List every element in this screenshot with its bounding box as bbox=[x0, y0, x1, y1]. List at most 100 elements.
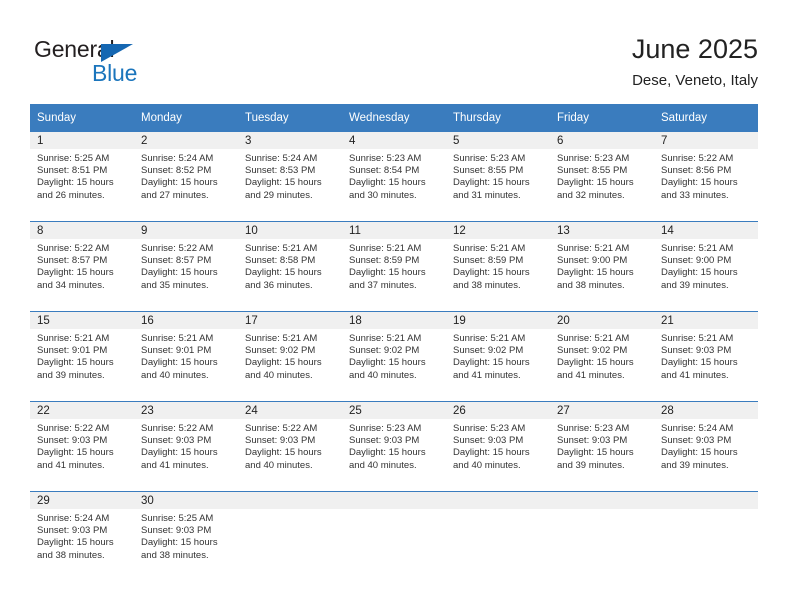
daylight-text-line1: Daylight: 15 hours bbox=[661, 447, 738, 459]
day-cell[interactable]: 10 Sunrise: 5:21 AM Sunset: 8:58 PM Dayl… bbox=[238, 221, 342, 312]
day-cell[interactable]: 5 Sunrise: 5:23 AM Sunset: 8:55 PM Dayli… bbox=[446, 132, 550, 222]
sunrise-text: Sunrise: 5:24 AM bbox=[37, 513, 110, 524]
sunset-text: Sunset: 9:02 PM bbox=[557, 345, 628, 357]
daylight-text-line2: and 38 minutes. bbox=[557, 279, 625, 291]
day-cell[interactable]: 23 Sunrise: 5:22 AM Sunset: 9:03 PM Dayl… bbox=[134, 401, 238, 492]
location-subtitle: Dese, Veneto, Italy bbox=[632, 72, 758, 89]
general-blue-logo[interactable]: General Blue bbox=[34, 36, 174, 88]
day-cell[interactable]: 6 Sunrise: 5:23 AM Sunset: 8:55 PM Dayli… bbox=[550, 132, 654, 222]
page-header: General Blue June 2025 Dese, Veneto, Ita… bbox=[0, 0, 792, 100]
day-cell[interactable]: 9 Sunrise: 5:22 AM Sunset: 8:57 PM Dayli… bbox=[134, 221, 238, 312]
day-details: Sunrise: 5:21 AM Sunset: 9:02 PM Dayligh… bbox=[550, 329, 654, 382]
day-details: Sunrise: 5:24 AM Sunset: 8:53 PM Dayligh… bbox=[238, 149, 342, 202]
day-number: 7 bbox=[654, 132, 758, 149]
day-cell[interactable]: 22 Sunrise: 5:22 AM Sunset: 9:03 PM Dayl… bbox=[30, 401, 134, 492]
day-cell[interactable]: 7 Sunrise: 5:22 AM Sunset: 8:56 PM Dayli… bbox=[654, 132, 758, 222]
day-cell-empty bbox=[654, 491, 758, 581]
daylight-text-line2: and 37 minutes. bbox=[349, 279, 417, 291]
sunrise-text: Sunrise: 5:22 AM bbox=[141, 243, 214, 254]
day-cell[interactable]: 27 Sunrise: 5:23 AM Sunset: 9:03 PM Dayl… bbox=[550, 401, 654, 492]
day-cell[interactable]: 3 Sunrise: 5:24 AM Sunset: 8:53 PM Dayli… bbox=[238, 132, 342, 222]
day-number: 4 bbox=[342, 132, 446, 149]
day-details: Sunrise: 5:25 AM Sunset: 8:51 PM Dayligh… bbox=[30, 149, 134, 202]
day-cell[interactable]: 20 Sunrise: 5:21 AM Sunset: 9:02 PM Dayl… bbox=[550, 311, 654, 402]
day-cell[interactable]: 19 Sunrise: 5:21 AM Sunset: 9:02 PM Dayl… bbox=[446, 311, 550, 402]
day-cell[interactable]: 2 Sunrise: 5:24 AM Sunset: 8:52 PM Dayli… bbox=[134, 132, 238, 222]
day-number: 1 bbox=[30, 132, 134, 149]
day-cell[interactable]: 4 Sunrise: 5:23 AM Sunset: 8:54 PM Dayli… bbox=[342, 132, 446, 222]
sunset-text: Sunset: 9:00 PM bbox=[661, 255, 732, 267]
sunrise-text: Sunrise: 5:22 AM bbox=[37, 243, 110, 254]
day-cell[interactable]: 28 Sunrise: 5:24 AM Sunset: 9:03 PM Dayl… bbox=[654, 401, 758, 492]
sunrise-text: Sunrise: 5:21 AM bbox=[141, 333, 214, 344]
daylight-text-line2: and 36 minutes. bbox=[245, 279, 313, 291]
daylight-text-line2: and 41 minutes. bbox=[557, 369, 625, 381]
day-cell-empty bbox=[446, 491, 550, 581]
daylight-text-line1: Daylight: 15 hours bbox=[245, 447, 322, 459]
day-number: 16 bbox=[134, 312, 238, 329]
day-cell[interactable]: 14 Sunrise: 5:21 AM Sunset: 9:00 PM Dayl… bbox=[654, 221, 758, 312]
day-cell[interactable]: 25 Sunrise: 5:23 AM Sunset: 9:03 PM Dayl… bbox=[342, 401, 446, 492]
daylight-text-line2: and 38 minutes. bbox=[37, 549, 105, 561]
day-cell[interactable]: 24 Sunrise: 5:22 AM Sunset: 9:03 PM Dayl… bbox=[238, 401, 342, 492]
daylight-text-line2: and 40 minutes. bbox=[245, 459, 313, 471]
sunrise-text: Sunrise: 5:22 AM bbox=[37, 423, 110, 434]
day-details: Sunrise: 5:22 AM Sunset: 9:03 PM Dayligh… bbox=[30, 419, 134, 472]
sunrise-text: Sunrise: 5:23 AM bbox=[557, 423, 630, 434]
day-cell[interactable]: 18 Sunrise: 5:21 AM Sunset: 9:02 PM Dayl… bbox=[342, 311, 446, 402]
day-cell[interactable]: 17 Sunrise: 5:21 AM Sunset: 9:02 PM Dayl… bbox=[238, 311, 342, 402]
sunset-text: Sunset: 9:02 PM bbox=[245, 345, 316, 357]
daylight-text-line1: Daylight: 15 hours bbox=[349, 447, 426, 459]
day-number: 17 bbox=[238, 312, 342, 329]
day-details: Sunrise: 5:21 AM Sunset: 8:59 PM Dayligh… bbox=[446, 239, 550, 292]
day-number: 24 bbox=[238, 402, 342, 419]
daylight-text-line1: Daylight: 15 hours bbox=[141, 357, 218, 369]
daylight-text-line1: Daylight: 15 hours bbox=[141, 447, 218, 459]
sunset-text: Sunset: 9:03 PM bbox=[661, 345, 732, 357]
day-details: Sunrise: 5:23 AM Sunset: 8:54 PM Dayligh… bbox=[342, 149, 446, 202]
daylight-text-line1: Daylight: 15 hours bbox=[37, 267, 114, 279]
day-number bbox=[446, 492, 550, 509]
daylight-text-line1: Daylight: 15 hours bbox=[141, 177, 218, 189]
day-cell[interactable]: 21 Sunrise: 5:21 AM Sunset: 9:03 PM Dayl… bbox=[654, 311, 758, 402]
day-details: Sunrise: 5:21 AM Sunset: 9:00 PM Dayligh… bbox=[550, 239, 654, 292]
sunrise-text: Sunrise: 5:21 AM bbox=[349, 243, 422, 254]
daylight-text-line1: Daylight: 15 hours bbox=[557, 357, 634, 369]
day-cell[interactable]: 16 Sunrise: 5:21 AM Sunset: 9:01 PM Dayl… bbox=[134, 311, 238, 402]
calendar-week-row: 1 Sunrise: 5:25 AM Sunset: 8:51 PM Dayli… bbox=[30, 132, 758, 222]
day-details: Sunrise: 5:23 AM Sunset: 8:55 PM Dayligh… bbox=[446, 149, 550, 202]
day-details: Sunrise: 5:21 AM Sunset: 9:02 PM Dayligh… bbox=[238, 329, 342, 382]
sunrise-text: Sunrise: 5:21 AM bbox=[557, 333, 630, 344]
sunset-text: Sunset: 9:03 PM bbox=[37, 435, 108, 447]
daylight-text-line1: Daylight: 15 hours bbox=[245, 357, 322, 369]
day-cell[interactable]: 26 Sunrise: 5:23 AM Sunset: 9:03 PM Dayl… bbox=[446, 401, 550, 492]
daylight-text-line1: Daylight: 15 hours bbox=[349, 357, 426, 369]
daylight-text-line2: and 41 minutes. bbox=[453, 369, 521, 381]
weekday-header-tuesday: Tuesday bbox=[238, 104, 342, 132]
sunrise-text: Sunrise: 5:22 AM bbox=[141, 423, 214, 434]
sunset-text: Sunset: 9:00 PM bbox=[557, 255, 628, 267]
day-cell[interactable]: 11 Sunrise: 5:21 AM Sunset: 8:59 PM Dayl… bbox=[342, 221, 446, 312]
day-number: 28 bbox=[654, 402, 758, 419]
sunset-text: Sunset: 9:03 PM bbox=[557, 435, 628, 447]
sunset-text: Sunset: 8:57 PM bbox=[141, 255, 212, 267]
day-cell[interactable]: 15 Sunrise: 5:21 AM Sunset: 9:01 PM Dayl… bbox=[30, 311, 134, 402]
day-details: Sunrise: 5:24 AM Sunset: 9:03 PM Dayligh… bbox=[30, 509, 134, 562]
day-number: 3 bbox=[238, 132, 342, 149]
sunset-text: Sunset: 9:03 PM bbox=[661, 435, 732, 447]
day-number: 21 bbox=[654, 312, 758, 329]
weekday-header-wednesday: Wednesday bbox=[342, 104, 446, 132]
sunset-text: Sunset: 9:02 PM bbox=[453, 345, 524, 357]
day-details: Sunrise: 5:23 AM Sunset: 8:55 PM Dayligh… bbox=[550, 149, 654, 202]
day-cell[interactable]: 8 Sunrise: 5:22 AM Sunset: 8:57 PM Dayli… bbox=[30, 221, 134, 312]
day-details: Sunrise: 5:21 AM Sunset: 9:02 PM Dayligh… bbox=[342, 329, 446, 382]
day-cell[interactable]: 30 Sunrise: 5:25 AM Sunset: 9:03 PM Dayl… bbox=[134, 491, 238, 581]
sunrise-text: Sunrise: 5:21 AM bbox=[557, 243, 630, 254]
day-cell[interactable]: 1 Sunrise: 5:25 AM Sunset: 8:51 PM Dayli… bbox=[30, 132, 134, 222]
daylight-text-line1: Daylight: 15 hours bbox=[557, 267, 634, 279]
day-cell[interactable]: 29 Sunrise: 5:24 AM Sunset: 9:03 PM Dayl… bbox=[30, 491, 134, 581]
day-cell[interactable]: 13 Sunrise: 5:21 AM Sunset: 9:00 PM Dayl… bbox=[550, 221, 654, 312]
page-title: June 2025 bbox=[631, 34, 758, 64]
weekday-header-friday: Friday bbox=[550, 104, 654, 132]
day-cell[interactable]: 12 Sunrise: 5:21 AM Sunset: 8:59 PM Dayl… bbox=[446, 221, 550, 312]
